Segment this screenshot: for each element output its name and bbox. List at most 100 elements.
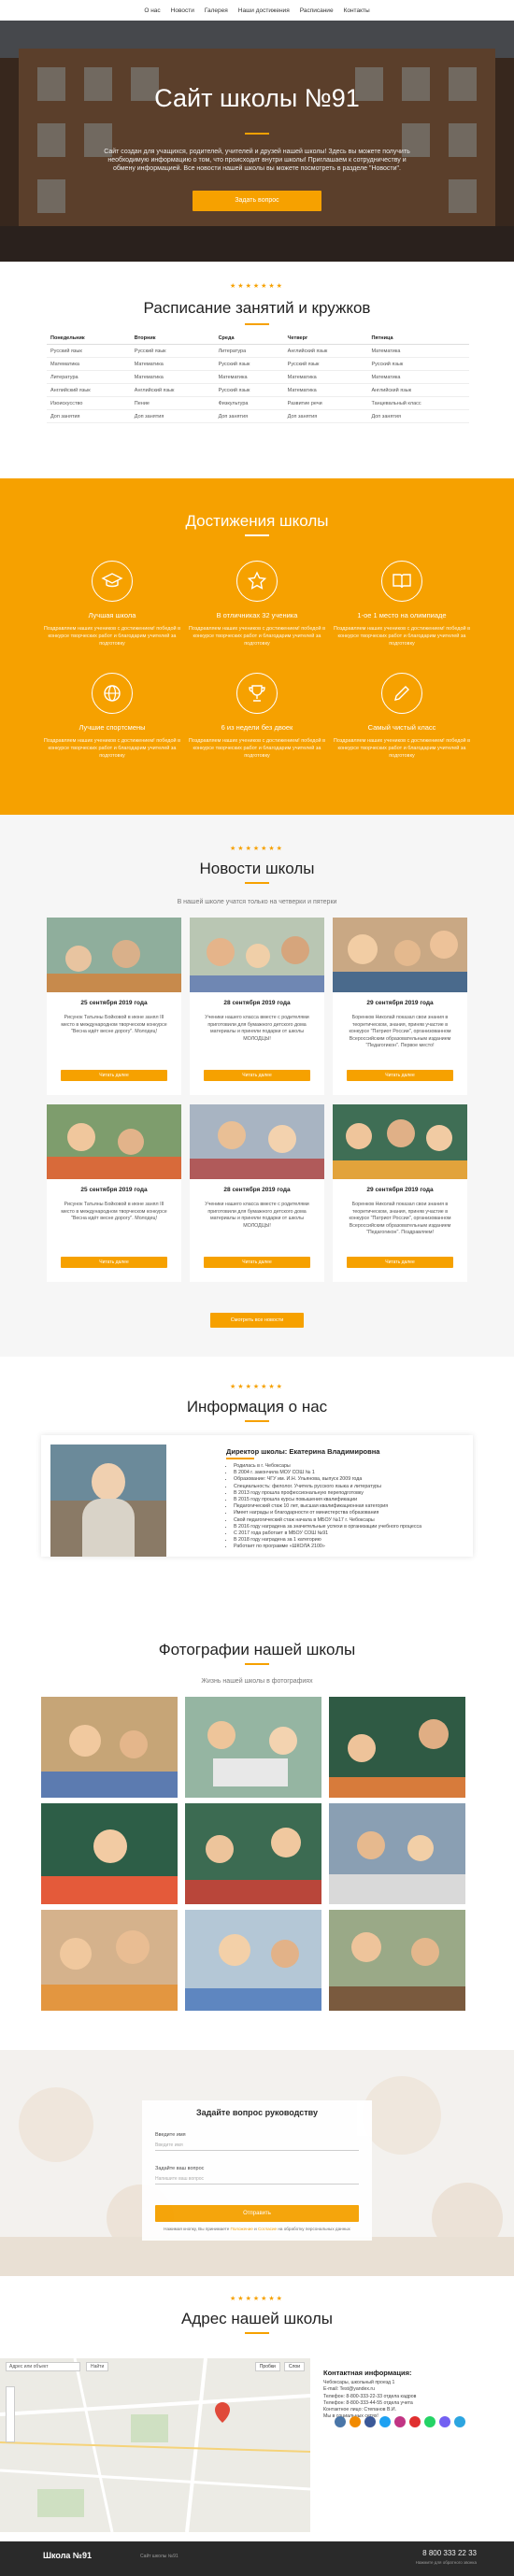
consent-text: Нажимая кнопку, Вы принимаете Положение …	[142, 2227, 372, 2231]
contact-line: Телефон: 8-800-333-22-33 отдела кадров	[323, 2393, 417, 2399]
book-icon	[381, 561, 422, 602]
instagram-icon[interactable]	[394, 2416, 406, 2427]
gallery-photo[interactable]	[41, 1803, 178, 1904]
question-form: Задайте вопрос руководству Введите имя В…	[142, 2100, 372, 2241]
fact-item: С 2017 года работает в МБОУ СОШ №91	[234, 1530, 467, 1537]
stars-decoration: ★★★★★★★	[230, 2296, 284, 2302]
fact-item: В 2004 г. закончила МОУ СОШ № 1	[234, 1470, 467, 1476]
telegram-icon[interactable]	[454, 2416, 465, 2427]
nav-gallery[interactable]: Галерея	[205, 7, 228, 14]
gallery-photo[interactable]	[41, 1910, 178, 2011]
gallery-photo[interactable]	[185, 1803, 321, 1904]
address-title: Адрес нашей школы	[180, 2310, 334, 2327]
achievement-item: Самый чистый класс Поздравляем наших уче…	[332, 673, 472, 760]
achievement-title: Лучшие спортсмены	[79, 723, 146, 732]
achievement-desc: Поздравляем наших учеников с достижением…	[333, 738, 471, 759]
ask-question-button[interactable]: Задать вопрос	[193, 191, 321, 211]
director-card: Директор школы: Екатерина Владимировна Р…	[41, 1435, 473, 1557]
fact-item: Свой педагогический стаж начала в МБОУ №…	[234, 1517, 467, 1524]
whatsapp-icon[interactable]	[424, 2416, 435, 2427]
news-text: Боренков Николай показал свои знания в т…	[349, 1202, 451, 1235]
schedule-cell: Литература	[47, 370, 131, 384]
footer-logo[interactable]: Школа №91	[43, 2551, 92, 2560]
schedule-row: Доп занятия Доп занятия Доп занятия Доп зан…	[47, 409, 469, 423]
news-section: ★★★★★★★ Новости школы В нашей школе учат…	[0, 815, 514, 1357]
nav-news[interactable]: Новости	[171, 7, 194, 14]
name-input[interactable]: Введите имя	[155, 2140, 359, 2151]
gallery-photo[interactable]	[329, 1697, 465, 1798]
read-more-button[interactable]: Читать далее	[347, 1070, 453, 1081]
gallery-photo[interactable]	[329, 1803, 465, 1904]
schedule-cell: Танцевальный класс	[367, 396, 469, 410]
news-text: Рисунок Татьяны Бойковой в июне занял II…	[61, 1015, 167, 1034]
read-more-button[interactable]: Читать далее	[204, 1257, 310, 1268]
map-find-button[interactable]: Найти	[86, 2362, 109, 2371]
globe-icon	[92, 673, 133, 714]
trophy-icon	[236, 673, 278, 714]
feedback-section: Задайте вопрос руководству Введите имя В…	[0, 2050, 514, 2276]
schedule-cell: Литература	[214, 344, 284, 358]
footer: Школа №91 Сайт школы №91 8 800 333 22 33…	[0, 2541, 514, 2576]
schedule-header: Среда	[214, 333, 284, 345]
schedule-cell: Русский язык	[130, 344, 215, 358]
viber-icon[interactable]	[439, 2416, 450, 2427]
all-news-button[interactable]: Смотреть все новости	[210, 1313, 304, 1328]
nav-contacts[interactable]: Контакты	[344, 7, 370, 14]
read-more-button[interactable]: Читать далее	[61, 1070, 167, 1081]
schedule-section: ★★★★★★★ Расписание занятий и кружков Пон…	[0, 262, 514, 478]
schedule-cell: Доп занятия	[214, 409, 284, 423]
schedule-cell: Русский язык	[214, 357, 284, 371]
news-text: Рисунок Татьяны Бойковой в июне занял II…	[61, 1202, 167, 1221]
map-canvas[interactable]	[0, 2358, 310, 2532]
news-subtitle: В нашей школе учатся только на четверки …	[177, 899, 337, 905]
read-more-button[interactable]: Читать далее	[204, 1070, 310, 1081]
nav-about[interactable]: О нас	[144, 7, 160, 14]
schedule-cell: Английский язык	[47, 383, 131, 397]
director-photo	[50, 1445, 166, 1557]
map-layers-button[interactable]: Слои	[283, 2362, 305, 2371]
map-traffic-button[interactable]: Пробки	[254, 2362, 280, 2371]
schedule-header: Понедельник	[47, 333, 131, 345]
gallery-photo[interactable]	[329, 1910, 465, 2011]
news-date: 28 сентября 2019 года	[223, 1187, 291, 1193]
nav-achievements[interactable]: Наши достижения	[238, 7, 290, 14]
fact-item: Работает по программе «ШКОЛА 2100»	[234, 1544, 467, 1550]
schedule-cell: Русский язык	[214, 383, 284, 397]
youtube-icon[interactable]	[409, 2416, 421, 2427]
map-zoom-control[interactable]	[6, 2386, 15, 2442]
nav-schedule[interactable]: Расписание	[300, 7, 334, 14]
map[interactable]: Адрес или объект Найти Пробки Слои	[0, 2358, 310, 2532]
schedule-row: Английский язык Английский язык Русский яз…	[47, 383, 469, 397]
schedule-cell: Математика	[283, 370, 368, 384]
schedule-cell: Математика	[283, 383, 368, 397]
name-label: Введите имя	[155, 2132, 186, 2138]
map-controls: Пробки Слои	[254, 2362, 305, 2371]
map-search-input[interactable]: Адрес или объект	[6, 2362, 80, 2371]
fact-item: Педагогический стаж 10 лет, высшая квали…	[234, 1503, 467, 1510]
news-text: Ученики нашего класса вместе с родителям…	[205, 1202, 309, 1229]
schedule-cell: Пение	[130, 396, 215, 410]
news-card: 29 сентября 2019 года Боренков Николай п…	[333, 1104, 467, 1282]
consent-link-policy[interactable]: Положение	[231, 2227, 253, 2231]
gallery-photo[interactable]	[41, 1697, 178, 1798]
fact-item: В 2016 году наградена за значительные ус…	[234, 1524, 467, 1530]
consent-link-agreement[interactable]: Согласие	[258, 2227, 277, 2231]
achievements-title: Достижения школы	[185, 512, 329, 530]
twitter-icon[interactable]	[379, 2416, 391, 2427]
news-photo	[333, 1104, 467, 1179]
schedule-cell: Английский язык	[367, 383, 469, 397]
odnoklassniki-icon[interactable]	[350, 2416, 361, 2427]
schedule-cell: Доп занятия	[130, 409, 215, 423]
question-input[interactable]: Напишите ваш вопрос	[155, 2173, 359, 2185]
gallery-photo[interactable]	[185, 1697, 321, 1798]
gallery-photo[interactable]	[185, 1910, 321, 2011]
facebook-icon[interactable]	[364, 2416, 376, 2427]
vk-icon[interactable]	[335, 2416, 346, 2427]
top-nav: О нас Новости Галерея Наши достижения Ра…	[0, 0, 514, 21]
footer-phone[interactable]: 8 800 333 22 33	[422, 2549, 477, 2557]
read-more-button[interactable]: Читать далее	[61, 1257, 167, 1268]
read-more-button[interactable]: Читать далее	[347, 1257, 453, 1268]
send-button[interactable]: Отправить	[155, 2205, 359, 2222]
callback-link[interactable]: Нажмите для обратного звонка	[416, 2560, 477, 2565]
news-date: 29 сентября 2019 года	[366, 1187, 434, 1193]
